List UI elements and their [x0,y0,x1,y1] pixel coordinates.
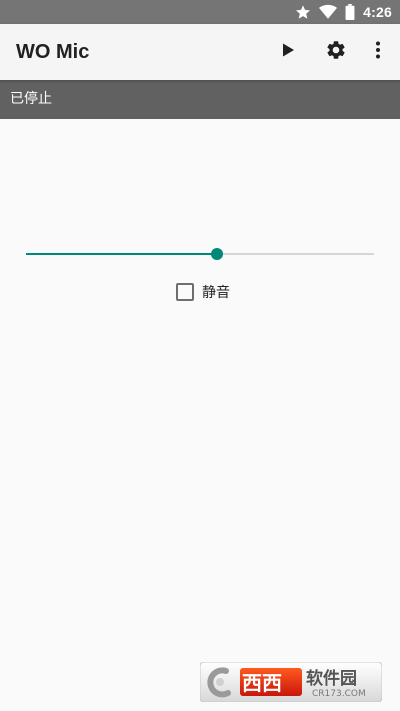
settings-button[interactable] [316,32,356,72]
watermark-text: 西西 [242,671,282,695]
volume-slider[interactable] [26,244,374,264]
slider-thumb[interactable] [211,248,224,260]
app-bar: WO Mic [0,24,400,80]
wifi-icon [319,4,338,20]
star-icon [295,4,311,20]
watermark-subtext: CR173.COM [312,689,366,699]
play-button[interactable] [268,32,308,72]
mute-checkbox[interactable] [176,283,194,301]
slider-fill [26,253,218,255]
watermark-text-rest: 软件园 [306,668,357,689]
mute-toggle[interactable]: 静音 [176,282,230,302]
battery-icon [345,4,355,20]
more-options-button[interactable] [358,32,398,72]
status-text: 已停止 [10,91,52,107]
settings-icon [325,39,347,65]
play-icon [280,42,296,62]
mute-label: 静音 [202,285,230,301]
more-vert-icon [375,41,381,63]
status-icons: 4:26 [295,0,392,24]
status-time: 4:26 [363,4,392,20]
watermark-logo: 西西 软件园 CR173.COM [199,661,383,703]
app-title: WO Mic [16,41,90,63]
status-bar: 4:26 [0,0,400,24]
screen: 4:26 WO Mic 已停止 静音 西西 软件园 CR173.COM [0,0,400,711]
status-strip: 已停止 [0,80,400,119]
